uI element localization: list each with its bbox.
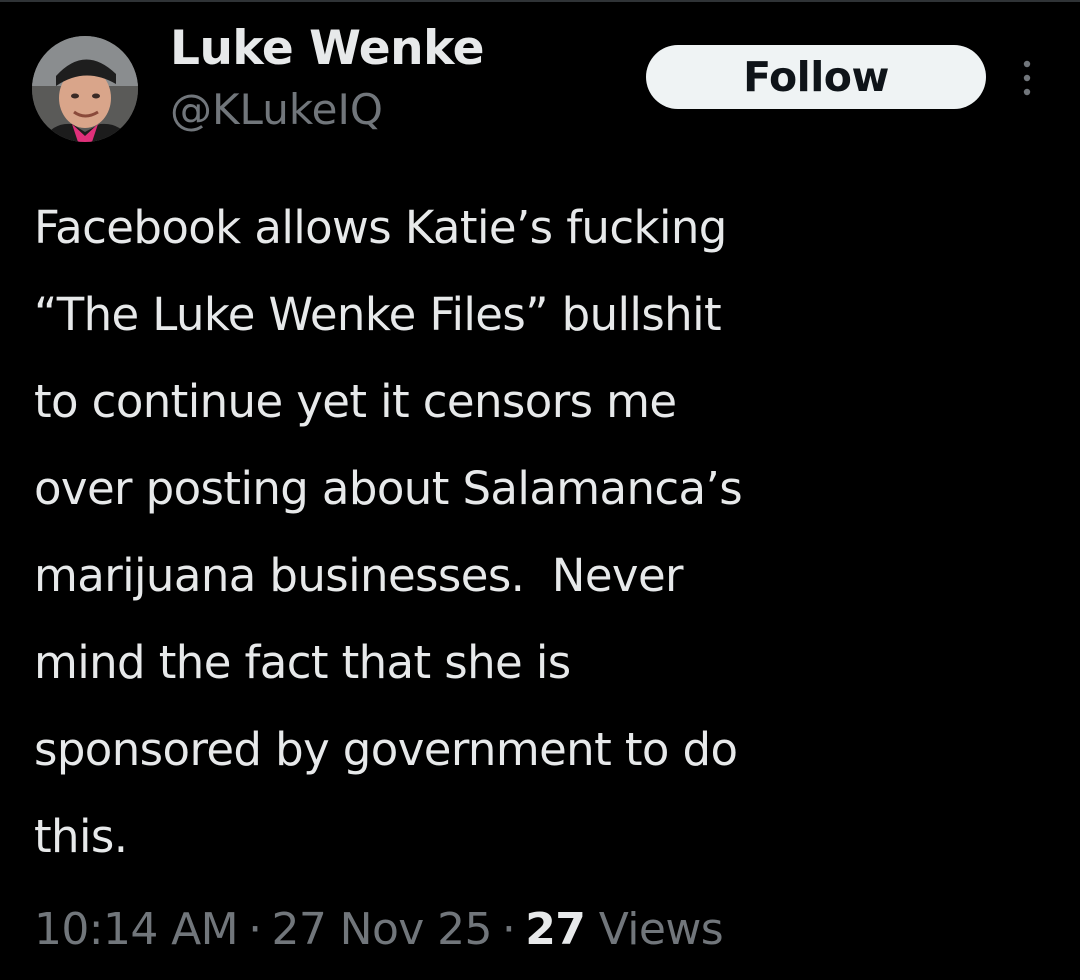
views-label: Views — [598, 904, 724, 955]
tweet-time[interactable]: 10:14 AM — [34, 904, 239, 955]
tweet-text-line: marijuana businesses. Never — [34, 549, 684, 602]
username-handle[interactable]: @KLukeIQ — [170, 82, 484, 138]
tweet-text-line: to continue yet it censors me — [34, 375, 677, 428]
tweet-text: Facebook allows Katie’s fucking “The Luk… — [34, 184, 1054, 880]
display-name[interactable]: Luke Wenke — [170, 20, 485, 78]
tweet-text-line: Facebook allows Katie’s fucking — [34, 201, 727, 254]
separator-dot: · — [248, 904, 262, 955]
follow-button[interactable]: Follow — [646, 45, 986, 109]
tweet-text-line: sponsored by government to do — [34, 723, 738, 776]
tweet-metadata: 10:14 AM · 27 Nov 25 · 27 Views — [34, 895, 724, 965]
tweet-card: Luke Wenke @KLukeIQ Follow Facebook allo… — [0, 0, 1080, 980]
avatar[interactable] — [32, 36, 138, 142]
tweet-text-line: mind the fact that she is — [34, 636, 571, 689]
author-info[interactable]: Luke Wenke @KLukeIQ — [170, 20, 485, 138]
tweet-text-line: “The Luke Wenke Files” bullshit — [34, 288, 722, 341]
tweet-date[interactable]: 27 Nov 25 — [271, 904, 492, 955]
separator-dot: · — [501, 904, 516, 955]
views-count: 27 — [525, 904, 586, 955]
avatar-image — [32, 36, 138, 142]
tweet-text-line: this. — [34, 810, 128, 863]
more-vertical-icon[interactable] — [1012, 56, 1042, 100]
tweet-text-line: over posting about Salamanca’s — [34, 462, 743, 515]
